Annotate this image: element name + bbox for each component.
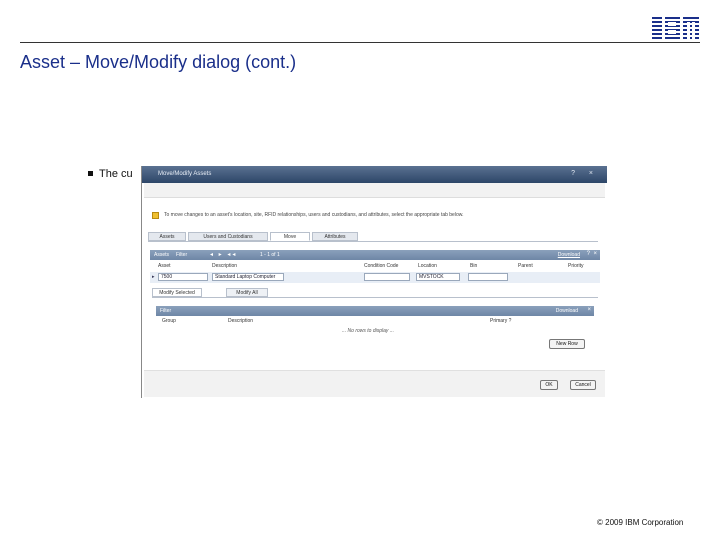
col-priority[interactable]: Priority xyxy=(568,263,584,269)
title-rule xyxy=(20,42,700,43)
new-row-button[interactable]: New Row xyxy=(549,339,585,349)
dialog-footer-band xyxy=(144,370,605,397)
col-group[interactable]: Group xyxy=(162,318,176,324)
col-sub-description[interactable]: Description xyxy=(228,318,253,324)
empty-table-message: ... No rows to display ... xyxy=(342,328,394,334)
move-modify-dialog: Move/Modify Assets ? × To move changes t… xyxy=(141,166,607,398)
dialog-header-icons[interactable]: ? × xyxy=(571,170,599,177)
info-icon xyxy=(152,212,159,219)
dialog-message: To move changes to an asset's location, … xyxy=(164,212,464,218)
cancel-button[interactable]: Cancel xyxy=(570,380,596,390)
sub-filter-button[interactable]: Filter xyxy=(160,308,171,314)
sub-table-toolbar: Filter Download × xyxy=(156,306,594,316)
slide-title: Asset – Move/Modify dialog (cont.) xyxy=(20,52,297,72)
bin-cell[interactable] xyxy=(468,273,508,281)
condition-code-cell xyxy=(364,273,410,281)
asset-cell: 7500 xyxy=(158,273,208,281)
tab-modify-selected[interactable]: Modify Selected xyxy=(152,288,202,297)
sub-column-headers: Group Description Primary ? xyxy=(156,318,594,326)
col-primary[interactable]: Primary ? xyxy=(490,318,511,324)
assets-column-headers: Asset Description Condition Code Locatio… xyxy=(150,263,600,271)
dialog-title: Move/Modify Assets xyxy=(158,171,212,177)
tab-assets[interactable]: Assets xyxy=(148,232,186,241)
dialog-titlebar: Move/Modify Assets ? × xyxy=(142,166,607,183)
col-location[interactable]: Location xyxy=(418,263,437,269)
location-cell[interactable]: MVSTOCK xyxy=(416,273,460,281)
help-icon[interactable]: ? xyxy=(587,251,590,257)
tab-users-custodians[interactable]: Users and Custodians xyxy=(188,232,268,241)
tab-move[interactable]: Move xyxy=(270,232,310,241)
filter-button[interactable]: Filter xyxy=(176,252,187,258)
download-link[interactable]: Download xyxy=(558,252,580,258)
sub-close-icon[interactable]: × xyxy=(587,307,591,313)
table-row[interactable]: ▸ 7500 Standard Laptop Computer MVSTOCK xyxy=(150,272,600,283)
bullet-text: The cu xyxy=(88,168,133,180)
dialog-header-band xyxy=(144,183,605,198)
bullet-marker xyxy=(88,170,93,176)
assets-table-label: Assets xyxy=(154,252,170,258)
pagination-arrows[interactable]: ◂ ▸ ◂◂ xyxy=(210,251,237,258)
row-count: 1 - 1 of 1 xyxy=(260,252,280,258)
close-icon[interactable]: × xyxy=(593,251,597,257)
col-bin[interactable]: Bin xyxy=(470,263,477,269)
tab-modify-all[interactable]: Modify All xyxy=(226,288,268,297)
assets-table-toolbar: Assets Filter ◂ ▸ ◂◂ 1 - 1 of 1 Download… xyxy=(150,250,600,260)
tab-divider xyxy=(148,241,598,242)
col-condition-code[interactable]: Condition Code xyxy=(364,263,398,269)
col-description[interactable]: Description xyxy=(212,263,237,269)
expand-row-icon[interactable]: ▸ xyxy=(152,274,155,280)
subtab-divider xyxy=(152,297,598,298)
tab-attributes[interactable]: Attributes xyxy=(312,232,358,241)
copyright-footer: © 2009 IBM Corporation xyxy=(597,518,684,527)
ibm-logo xyxy=(652,17,699,39)
col-parent[interactable]: Parent xyxy=(518,263,533,269)
ok-button[interactable]: OK xyxy=(540,380,558,390)
description-cell: Standard Laptop Computer xyxy=(212,273,284,281)
bullet-label: The cu xyxy=(99,168,133,180)
col-asset[interactable]: Asset xyxy=(158,263,171,269)
sub-download-link[interactable]: Download xyxy=(556,308,578,314)
